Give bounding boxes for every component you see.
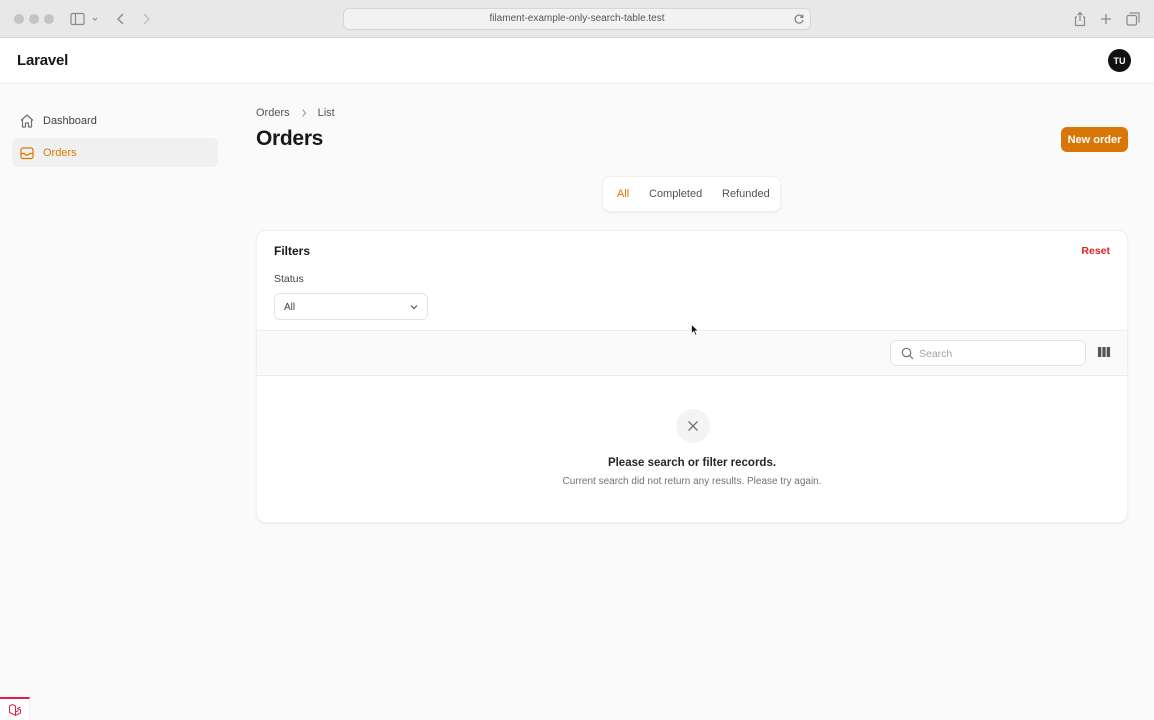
inbox-icon — [19, 145, 35, 161]
tab-completed[interactable]: Completed — [649, 188, 702, 200]
brand-logo[interactable]: Laravel — [17, 52, 68, 69]
window-close-button[interactable] — [14, 14, 24, 24]
columns-toggle-icon[interactable] — [1097, 346, 1111, 358]
empty-state-description: Current search did not return any result… — [562, 476, 822, 487]
sidebar-item-dashboard[interactable]: Dashboard — [12, 106, 218, 135]
breadcrumb-current: List — [317, 107, 335, 119]
sidebar-toggle-icon[interactable] — [70, 10, 98, 28]
browser-toolbar: filament-example-only-search-table.test — [0, 0, 1154, 38]
status-filter-select[interactable]: All — [274, 293, 428, 320]
new-order-button[interactable]: New order — [1061, 127, 1128, 152]
url-text: filament-example-only-search-table.test — [489, 13, 665, 24]
chevron-right-icon — [300, 108, 308, 118]
window-minimize-button[interactable] — [29, 14, 39, 24]
empty-state-heading: Please search or filter records. — [607, 457, 777, 469]
mouse-cursor-icon — [691, 323, 700, 341]
search-icon — [901, 347, 914, 360]
reload-icon[interactable] — [793, 12, 805, 30]
window-zoom-button[interactable] — [44, 14, 54, 24]
status-filter-label: Status — [274, 273, 304, 285]
breadcrumb-orders-link[interactable]: Orders — [256, 107, 290, 119]
sidebar-item-label: Dashboard — [43, 114, 97, 127]
x-mark-icon — [687, 420, 699, 432]
reset-filters-link[interactable]: Reset — [1081, 245, 1110, 257]
home-icon — [19, 113, 35, 129]
back-arrow-icon[interactable] — [116, 10, 126, 28]
chevron-down-icon — [409, 302, 419, 312]
empty-state-icon-wrapper — [676, 409, 710, 443]
status-filter-value: All — [284, 302, 296, 313]
app-topbar: Laravel TU — [0, 38, 1154, 84]
table-search-field[interactable] — [890, 340, 1086, 366]
laravel-logo-icon[interactable] — [0, 697, 30, 720]
tab-all[interactable]: All — [617, 188, 629, 200]
forward-arrow-icon[interactable] — [141, 10, 151, 28]
tab-refunded[interactable]: Refunded — [722, 188, 770, 200]
tabs: All Completed Refunded — [602, 176, 781, 212]
sidebar-item-label: Orders — [43, 146, 77, 159]
search-input[interactable] — [919, 345, 1079, 362]
share-icon[interactable] — [1073, 10, 1087, 28]
filters-heading: Filters — [274, 244, 311, 258]
page-title: Orders — [256, 127, 324, 150]
breadcrumb: Orders List — [256, 107, 335, 119]
user-avatar[interactable]: TU — [1108, 49, 1131, 72]
sidebar-item-orders[interactable]: Orders — [12, 138, 218, 167]
orders-table-card: Filters Reset Status All Please search o… — [256, 230, 1128, 523]
new-tab-icon[interactable] — [1100, 10, 1112, 28]
tab-overview-icon[interactable] — [1126, 10, 1140, 28]
address-bar[interactable]: filament-example-only-search-table.test — [343, 8, 811, 30]
divider — [257, 375, 1127, 376]
